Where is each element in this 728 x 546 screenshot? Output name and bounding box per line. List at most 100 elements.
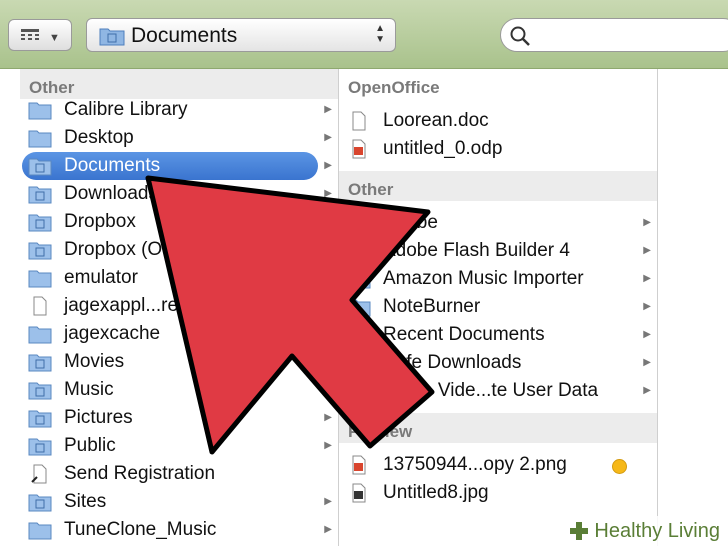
folder-icon xyxy=(28,130,52,148)
disclosure-arrow-icon: ▶ xyxy=(643,273,651,284)
downloads-folder-icon xyxy=(28,186,52,204)
disclosure-arrow-icon: ▶ xyxy=(324,160,332,171)
alias-file-icon xyxy=(31,464,47,484)
dropbox-folder-icon xyxy=(28,242,52,260)
jpg-file-icon xyxy=(352,483,366,503)
music-folder-icon xyxy=(28,382,52,400)
folder-icon xyxy=(347,299,371,317)
disclosure-arrow-icon: ▶ xyxy=(643,329,651,340)
item-label: Pictures xyxy=(64,407,133,428)
disclosure-arrow-icon: ▶ xyxy=(643,301,651,312)
cross-leaf-icon xyxy=(570,522,589,540)
disclosure-arrow-icon: ▶ xyxy=(324,216,332,227)
disclosure-arrow-icon: ▶ xyxy=(324,328,332,339)
sidebar-item-desktop[interactable]: Desktop ▶ xyxy=(20,124,338,152)
item-label: Downloads xyxy=(64,183,158,204)
left-edge-column xyxy=(0,69,21,546)
sidebar-item-downloads[interactable]: Downloads ▶ xyxy=(20,180,338,208)
item-label: Movies xyxy=(64,351,125,372)
disclosure-arrow-icon: ▶ xyxy=(324,440,332,451)
sidebar-item-calibre-library[interactable]: Calibre Library ▶ xyxy=(20,96,338,124)
item-label: NoteBurner xyxy=(383,296,481,317)
item-label: Dropbox (Old) xyxy=(64,239,184,260)
item-label: Adobe Flash Builder 4 xyxy=(383,240,570,261)
orange-tag-icon xyxy=(612,459,627,474)
disclosure-arrow-icon: ▶ xyxy=(643,357,651,368)
disclosure-arrow-icon: ▶ xyxy=(324,272,332,283)
path-popup[interactable]: Documents ▲ ▼ xyxy=(86,18,396,52)
disclosure-arrow-icon: ▶ xyxy=(643,217,651,228)
folder-icon xyxy=(28,270,52,288)
item-label: Safe Downloads xyxy=(383,352,522,373)
sidebar-column: Other Applications▶Calibre Library▶Deskt… xyxy=(20,69,339,546)
file-item-some-vide-te-user-data[interactable]: Some Vide...te User Data ▶ xyxy=(339,377,657,405)
file-item-untitled-0-odp[interactable]: untitled_0.odp xyxy=(339,135,657,163)
sidebar-item-dropbox-old[interactable]: Dropbox (Old) ▶ xyxy=(20,236,338,264)
disclosure-arrow-icon: ▶ xyxy=(643,385,651,396)
sidebar-item-sites[interactable]: Sites ▶ xyxy=(20,488,338,516)
sidebar-item-documents[interactable]: Documents ▶ xyxy=(20,152,338,180)
item-label: emulator xyxy=(64,267,138,288)
dropbox-folder-icon xyxy=(28,214,52,232)
file-item-13750944-opy-2-png[interactable]: 13750944...opy 2.png xyxy=(339,451,657,479)
item-label: Loorean.doc xyxy=(383,110,489,131)
search-input[interactable] xyxy=(537,25,721,47)
public-folder-icon xyxy=(28,438,52,456)
view-options-button[interactable]: ▼ xyxy=(8,19,72,51)
file-item-recent-documents[interactable]: Recent Documents ▶ xyxy=(339,321,657,349)
section-header-preview: Preview xyxy=(339,413,657,443)
search-box[interactable] xyxy=(500,18,728,52)
disclosure-arrow-icon: ▶ xyxy=(643,245,651,256)
sidebar-item-movies[interactable]: Movies ▶ xyxy=(20,348,338,376)
sidebar-item-send-registration[interactable]: Send Registration xyxy=(20,460,338,488)
disclosure-arrow-icon: ▶ xyxy=(324,356,332,367)
watermark-text: Healthy Living xyxy=(594,519,720,542)
file-item-safe-downloads[interactable]: Safe Downloads ▶ xyxy=(339,349,657,377)
item-label: Dropbox xyxy=(64,211,136,232)
sidebar-item-tuneclone-music[interactable]: TuneClone_Music ▶ xyxy=(20,516,338,544)
updown-arrows-icon: ▲ ▼ xyxy=(375,23,385,45)
folder-icon xyxy=(347,355,371,373)
disclosure-arrow-icon: ▶ xyxy=(324,524,332,535)
sidebar-header: Other xyxy=(20,69,338,99)
detail-column xyxy=(658,69,728,546)
item-label: Untitled8.jpg xyxy=(383,482,489,503)
file-item-amazon-music-importer[interactable]: Amazon Music Importer ▶ xyxy=(339,265,657,293)
disclosure-arrow-icon: ▶ xyxy=(324,188,332,199)
sidebar-item-dropbox[interactable]: Dropbox ▶ xyxy=(20,208,338,236)
file-item-adobe-flash-builder-4[interactable]: Adobe Flash Builder 4 ▶ xyxy=(339,237,657,265)
item-label: Public xyxy=(64,435,116,456)
pictures-folder-icon xyxy=(28,410,52,428)
sidebar-item-emulator[interactable]: emulator ▶ xyxy=(20,264,338,292)
item-label: Music xyxy=(64,379,114,400)
odp-file-icon xyxy=(352,139,366,159)
sidebar-item-jagexappl-references[interactable]: jagexappl...references xyxy=(20,292,338,320)
item-label: Adobe xyxy=(383,212,438,233)
documents-folder-icon xyxy=(99,28,125,46)
sidebar-item-public[interactable]: Public ▶ xyxy=(20,432,338,460)
doc-file-icon xyxy=(352,111,366,131)
file-item-loorean-doc[interactable]: Loorean.doc xyxy=(339,107,657,135)
file-item-untitled8-jpg[interactable]: Untitled8.jpg xyxy=(339,479,657,507)
chevron-down-icon: ▼ xyxy=(49,32,60,44)
sidebar-item-music[interactable]: Music ▶ xyxy=(20,376,338,404)
file-item-noteburner[interactable]: NoteBurner ▶ xyxy=(339,293,657,321)
item-label: Desktop xyxy=(64,127,134,148)
disclosure-arrow-icon: ▶ xyxy=(324,496,332,507)
disclosure-arrow-icon: ▶ xyxy=(324,132,332,143)
search-icon xyxy=(510,26,530,46)
disclosure-arrow-icon: ▶ xyxy=(324,104,332,115)
folder-icon xyxy=(347,215,371,233)
folder-icon xyxy=(28,326,52,344)
section-header-other: Other xyxy=(339,171,657,201)
item-label: Send Registration xyxy=(64,463,216,484)
item-label: Documents xyxy=(64,155,161,176)
item-label: Some Vide...te User Data xyxy=(383,380,599,401)
sidebar-item-pictures[interactable]: Pictures ▶ xyxy=(20,404,338,432)
file-item-adobe[interactable]: Adobe ▶ xyxy=(339,209,657,237)
item-label: Amazon Music Importer xyxy=(383,268,584,289)
item-label: untitled_0.odp xyxy=(383,138,503,159)
sidebar-item-jagexcache[interactable]: jagexcache ▶ xyxy=(20,320,338,348)
section-header-openoffice: OpenOffice xyxy=(348,78,440,97)
documents-folder-icon xyxy=(28,158,52,176)
